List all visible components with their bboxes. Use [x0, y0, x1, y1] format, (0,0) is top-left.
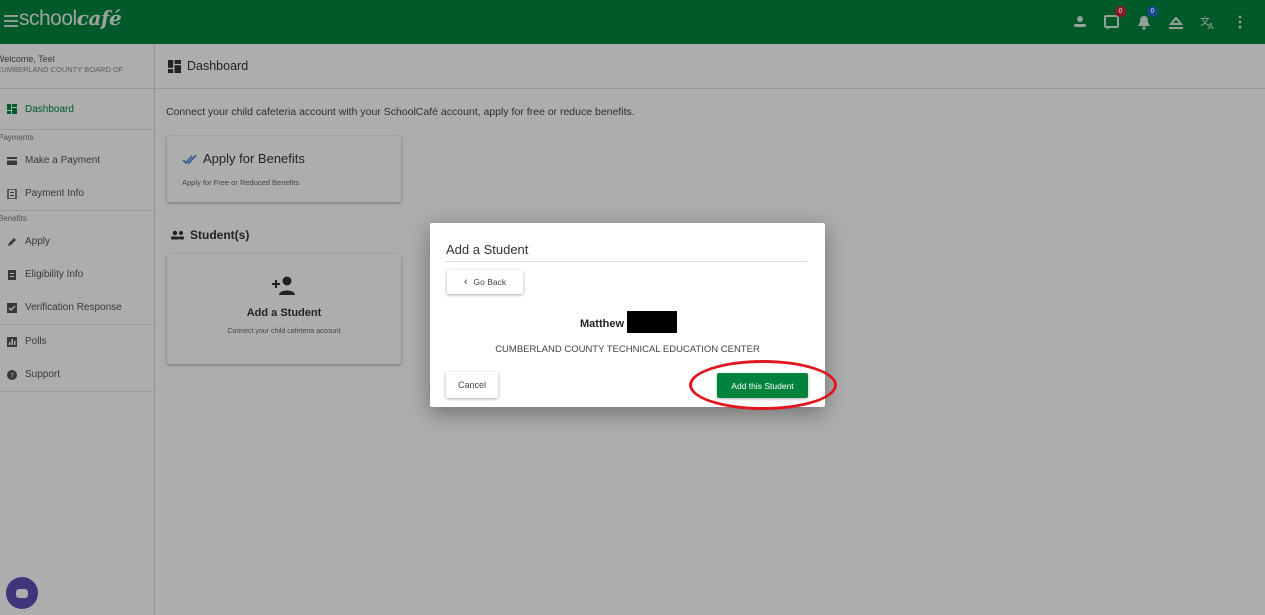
go-back-label: Go Back — [473, 277, 507, 287]
school-name: CUMBERLAND COUNTY TECHNICAL EDUCATION CE… — [495, 344, 760, 355]
chevron-left-icon: ‹ — [463, 276, 468, 288]
cancel-button[interactable]: Cancel — [446, 372, 498, 398]
redaction-box — [627, 311, 677, 333]
highlight-circle-annotation — [689, 360, 837, 410]
go-back-button[interactable]: ‹ Go Back — [447, 270, 523, 294]
dialog-divider — [446, 261, 807, 262]
dialog-title: Add a Student — [446, 242, 529, 257]
student-name: Matthew — [580, 318, 624, 330]
